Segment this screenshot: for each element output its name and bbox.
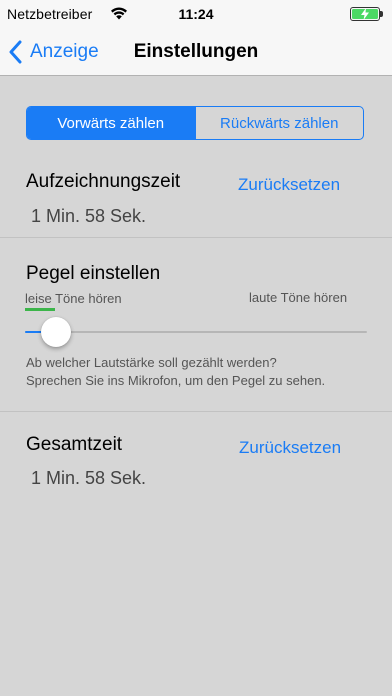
level-slider[interactable] [25,317,367,347]
total-time-title: Gesamtzeit [26,434,123,455]
total-time-value: 1 Min. 58 Sek. [31,468,147,488]
status-bar: Netzbetreiber 11:24 [0,0,392,28]
recording-time-title: Aufzeichnungszeit [26,171,181,192]
page-title: Einstellungen [133,41,259,62]
total-reset-button[interactable]: Zurücksetzen [239,438,341,458]
audio-level-indicator [25,308,55,311]
settings-content: Vorwärts zählen Rückwärts zählen Aufzeic… [0,77,392,696]
level-max-label: laute Töne hören [249,290,348,305]
segment-count-backward[interactable]: Rückwärts zählen [194,107,364,139]
count-direction-segmented-control[interactable]: Vorwärts zählen Rückwärts zählen [26,106,364,140]
slider-thumb[interactable] [40,317,71,347]
battery-charging-icon [350,7,384,21]
divider [0,237,392,238]
level-min-label: leise Töne hören [25,291,122,306]
level-title: Pegel einstellen [26,263,161,284]
recording-time-value: 1 Min. 58 Sek. [31,206,147,226]
slider-track [25,331,367,333]
navigation-bar: Anzeige Einstellungen [0,28,392,76]
level-help-text: Ab welcher Lautstärke soll gezählt werde… [26,355,326,388]
status-time: 11:24 [178,6,214,22]
segment-count-forward[interactable]: Vorwärts zählen [27,107,195,139]
recording-reset-button[interactable]: Zurücksetzen [238,175,340,195]
divider [0,411,392,412]
